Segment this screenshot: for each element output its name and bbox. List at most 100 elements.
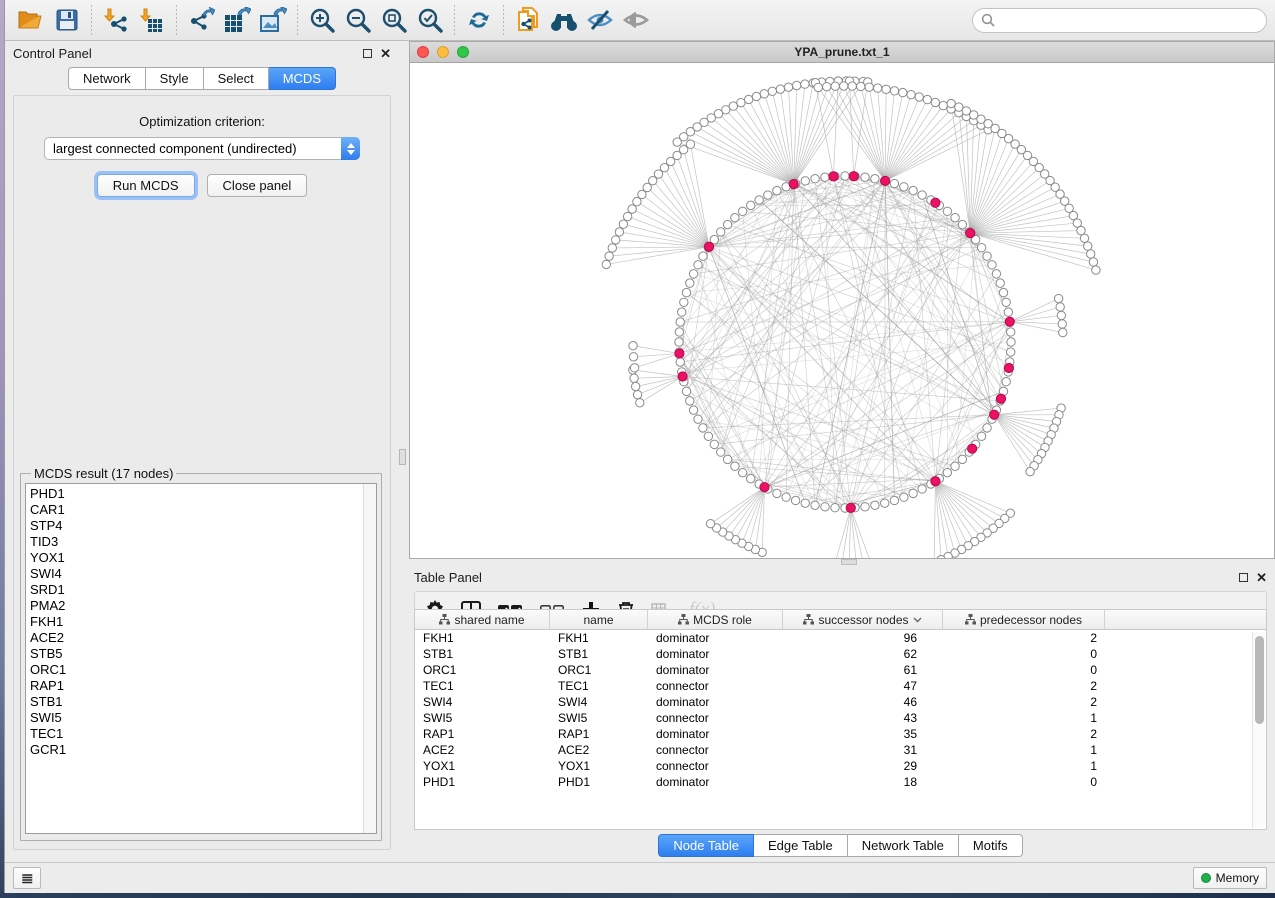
network-node[interactable] — [615, 228, 623, 236]
network-node[interactable] — [699, 424, 707, 432]
network-node[interactable] — [882, 85, 890, 93]
network-node[interactable] — [977, 244, 985, 252]
table-row[interactable]: PHD1PHD1dominator180 — [415, 774, 1266, 790]
tab-node-table[interactable]: Node Table — [658, 834, 754, 857]
network-node[interactable] — [999, 288, 1007, 296]
network-node[interactable] — [900, 183, 908, 191]
network-node[interactable] — [782, 493, 790, 501]
network-node[interactable] — [1006, 328, 1014, 336]
network-node[interactable] — [1002, 298, 1010, 306]
mcds-result-item[interactable]: YOX1 — [30, 550, 376, 566]
network-node[interactable] — [723, 455, 731, 463]
tab-network[interactable]: Network — [68, 67, 146, 90]
network-node[interactable] — [915, 93, 923, 101]
mcds-result-item[interactable]: SWI5 — [30, 710, 376, 726]
tab-motifs[interactable]: Motifs — [959, 834, 1023, 857]
network-node[interactable] — [1004, 363, 1013, 372]
network-node[interactable] — [943, 468, 951, 476]
network-node[interactable] — [1080, 234, 1088, 242]
table-row[interactable]: SWI4SWI4dominator462 — [415, 694, 1266, 710]
export-network-icon[interactable] — [183, 3, 219, 37]
import-network-icon[interactable] — [98, 3, 134, 37]
network-node[interactable] — [947, 99, 955, 107]
network-node[interactable] — [629, 341, 637, 349]
close-panel-button[interactable]: Close panel — [207, 174, 308, 197]
network-node[interactable] — [831, 82, 839, 90]
network-node[interactable] — [841, 172, 849, 180]
open-session-icon[interactable] — [13, 3, 49, 37]
network-node[interactable] — [1087, 250, 1095, 258]
search-input[interactable] — [1000, 13, 1258, 27]
network-node[interactable] — [717, 228, 725, 236]
network-node[interactable] — [737, 98, 745, 106]
network-node[interactable] — [676, 318, 684, 326]
zoom-fit-icon[interactable] — [376, 3, 412, 37]
network-node[interactable] — [931, 477, 940, 486]
mcds-result-item[interactable]: CAR1 — [30, 502, 376, 518]
network-node[interactable] — [918, 191, 926, 199]
table-row[interactable]: RAP1RAP1dominator352 — [415, 726, 1266, 742]
network-node[interactable] — [731, 462, 739, 470]
network-node[interactable] — [958, 455, 966, 463]
mcds-list-scrollbar[interactable] — [363, 484, 376, 833]
close-panel-icon[interactable]: ✕ — [380, 49, 391, 58]
network-graph[interactable] — [410, 63, 1274, 558]
network-node[interactable] — [831, 503, 839, 511]
network-node[interactable] — [983, 424, 991, 432]
export-image-icon[interactable] — [255, 3, 291, 37]
tab-style[interactable]: Style — [146, 67, 204, 90]
network-node[interactable] — [1004, 308, 1012, 316]
network-node[interactable] — [694, 261, 702, 269]
network-node[interactable] — [784, 83, 792, 91]
show-graphics-details-icon[interactable] — [618, 3, 654, 37]
network-node[interactable] — [865, 83, 873, 91]
network-node[interactable] — [840, 82, 848, 90]
global-search-field[interactable] — [972, 8, 1267, 33]
network-node[interactable] — [1007, 338, 1015, 346]
network-node[interactable] — [706, 519, 714, 527]
network-node[interactable] — [612, 236, 620, 244]
network-node[interactable] — [899, 88, 907, 96]
network-node[interactable] — [821, 173, 829, 181]
criterion-dropdown[interactable]: largest connected component (undirected) — [44, 137, 360, 160]
network-node[interactable] — [675, 328, 683, 336]
network-node[interactable] — [829, 172, 838, 181]
network-node[interactable] — [633, 197, 641, 205]
network-node[interactable] — [966, 228, 975, 237]
mcds-result-item[interactable]: PHD1 — [30, 486, 376, 502]
network-node[interactable] — [900, 493, 908, 501]
splitter-handle[interactable] — [399, 449, 406, 465]
network-node[interactable] — [983, 252, 991, 260]
network-node[interactable] — [619, 220, 627, 228]
share-document-icon[interactable] — [510, 3, 546, 37]
refresh-icon[interactable] — [461, 3, 497, 37]
network-node[interactable] — [602, 260, 610, 268]
network-node[interactable] — [689, 270, 697, 278]
network-node[interactable] — [811, 175, 819, 183]
network-node[interactable] — [699, 252, 707, 260]
table-row[interactable]: ORC1ORC1dominator610 — [415, 662, 1266, 678]
float-panel-icon[interactable] — [363, 49, 372, 58]
column-header-name[interactable]: name — [550, 610, 648, 629]
network-node[interactable] — [1054, 294, 1062, 302]
mcds-result-item[interactable]: STB5 — [30, 646, 376, 662]
mcds-result-item[interactable]: RAP1 — [30, 678, 376, 694]
tab-mcds[interactable]: MCDS — [269, 67, 336, 90]
network-node[interactable] — [791, 496, 799, 504]
network-node[interactable] — [849, 172, 858, 181]
network-node[interactable] — [738, 468, 746, 476]
network-node[interactable] — [792, 81, 800, 89]
network-node[interactable] — [918, 485, 926, 493]
mcds-result-item[interactable]: TID3 — [30, 534, 376, 550]
network-node[interactable] — [704, 432, 712, 440]
network-node[interactable] — [773, 489, 781, 497]
mcds-result-item[interactable]: SWI4 — [30, 566, 376, 582]
network-node[interactable] — [871, 175, 879, 183]
network-node[interactable] — [996, 394, 1005, 403]
network-node[interactable] — [704, 242, 713, 251]
network-node[interactable] — [944, 552, 952, 558]
network-node[interactable] — [676, 358, 684, 366]
node-table[interactable]: shared namenameMCDS rolesuccessor nodesp… — [414, 609, 1267, 830]
network-node[interactable] — [1058, 320, 1066, 328]
network-node[interactable] — [630, 364, 638, 372]
